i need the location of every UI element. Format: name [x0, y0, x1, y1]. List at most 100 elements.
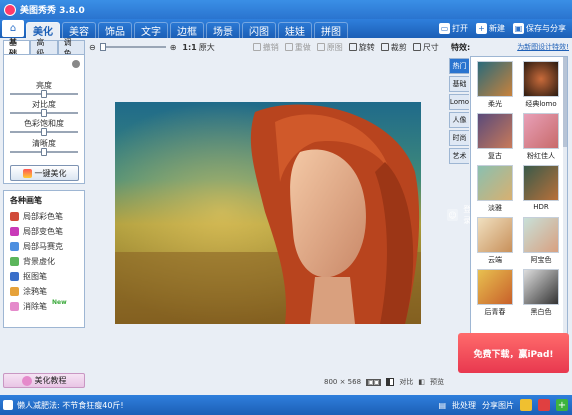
brush-eraser[interactable]: 消除笔 New — [10, 299, 84, 314]
tutorial-button[interactable]: 美化教程 — [3, 373, 85, 388]
tab-color[interactable]: 调色 — [57, 38, 85, 58]
mosaic-icon — [10, 242, 19, 251]
original-icon — [316, 43, 325, 51]
tab-accessories[interactable]: 饰品 — [98, 22, 132, 38]
effect-black-white[interactable]: 黑白色 — [521, 269, 561, 317]
actual-size-button[interactable]: 1:1 原大 — [182, 42, 214, 53]
saturation-knob[interactable] — [41, 128, 47, 136]
original-compare-button[interactable]: 原图 — [316, 42, 343, 53]
brush-doodle[interactable]: 涂鸦笔 — [10, 284, 84, 299]
adjust-sliders: 亮度 对比度 色彩饱和度 清晰度 一键美化 — [3, 54, 85, 184]
jpg-badge: ▣▣ — [366, 378, 382, 386]
canvas-status: 800 × 568 ▣▣ 对比 ◧ 预览 — [89, 376, 444, 388]
effect-retro[interactable]: 复古 — [475, 113, 515, 161]
image-toolbar: ⊖ ⊕ 1:1 原大 撤销 重做 原图 旋转 裁剪 尺寸 — [89, 40, 444, 54]
rotate-button[interactable]: 旋转 — [348, 42, 375, 53]
tab-basic[interactable]: 基础 — [3, 38, 31, 58]
effect-elegant[interactable]: 淡雅 — [475, 165, 515, 213]
tab-hot[interactable]: 热门 — [449, 58, 469, 74]
crop-button[interactable]: 裁剪 — [380, 42, 407, 53]
color-brush-icon — [10, 212, 19, 221]
effect-youth[interactable]: 后青春 — [475, 269, 515, 317]
effect-thumb — [523, 113, 559, 149]
one-key-beautify-button[interactable]: 一键美化 — [10, 165, 79, 181]
contrast-slider[interactable] — [10, 109, 78, 117]
compare-button[interactable]: 对比 — [399, 377, 413, 387]
brightness-slider[interactable] — [10, 90, 78, 98]
magic-icon — [22, 168, 32, 178]
zoom-slider[interactable] — [99, 43, 166, 51]
undo-icon — [252, 43, 261, 51]
zoom-knob[interactable] — [99, 43, 106, 51]
effect-pink-lady[interactable]: 粉红佳人 — [521, 113, 561, 161]
rotate-icon — [348, 43, 357, 51]
zoom-in-icon[interactable]: ⊕ — [170, 43, 177, 52]
new-button[interactable]: + 新建 — [476, 23, 505, 34]
open-button[interactable]: ▭ 打开 — [439, 23, 468, 34]
tab-art[interactable]: 艺术 — [449, 148, 469, 164]
redo-button[interactable]: 重做 — [284, 42, 311, 53]
canvas-area[interactable] — [89, 58, 444, 370]
effect-soft-light[interactable]: 柔光 — [475, 61, 515, 109]
effects-scroll-thumb[interactable] — [563, 57, 567, 147]
saturation-slider[interactable] — [10, 128, 78, 136]
home-button[interactable]: ⌂ — [2, 20, 24, 37]
batch-button[interactable]: 批处理 — [452, 400, 476, 411]
photo[interactable] — [115, 102, 421, 324]
share-button[interactable]: 分享图片 — [482, 400, 514, 411]
effect-thumb — [523, 61, 559, 97]
star-icon[interactable] — [520, 399, 532, 411]
status-bar: 懒人减肥法: 不节食狂瘦40斤! ▤ 批处理 分享图片 + — [0, 395, 572, 415]
home-icon: ⌂ — [9, 23, 17, 34]
recolor-brush-icon — [10, 227, 19, 236]
tab-fashion[interactable]: 时尚 — [449, 130, 469, 146]
effect-thumb — [523, 269, 559, 305]
contrast-knob[interactable] — [41, 109, 47, 117]
save-share-button[interactable]: ▣ 保存与分享 — [513, 23, 566, 34]
effect-cloud[interactable]: 云端 — [475, 217, 515, 265]
brush-local-recolor[interactable]: 局部变色笔 — [10, 224, 84, 239]
effect-thumb — [523, 165, 559, 201]
brush-local-color[interactable]: 局部彩色笔 — [10, 209, 84, 224]
news-ticker[interactable]: 懒人减肥法: 不节食狂瘦40斤! — [17, 400, 124, 411]
doodle-icon — [10, 287, 19, 296]
effects-grid: 柔光 经典lomo 复古 粉红佳人 淡雅 HDR 云端 阿宝色 后青春 黑白色 — [470, 56, 568, 356]
tab-lomo[interactable]: Lomo — [449, 94, 469, 110]
blur-icon — [10, 257, 19, 266]
reset-icon[interactable] — [72, 60, 80, 68]
preview-button[interactable]: 预览 — [430, 377, 444, 387]
effect-thumb — [477, 165, 513, 201]
effect-classic-lomo[interactable]: 经典lomo — [521, 61, 561, 109]
new-badge: New — [52, 299, 67, 306]
undo-button[interactable]: 撤销 — [252, 42, 279, 53]
effect-thumb — [477, 217, 513, 253]
resize-button[interactable]: 尺寸 — [412, 42, 439, 53]
tab-collage[interactable]: 拼图 — [314, 22, 348, 38]
ad-banner[interactable]: 免费下载，赢iPad! — [458, 333, 569, 373]
effects-scrollbar[interactable] — [563, 57, 567, 355]
tab-advanced[interactable]: 高级 — [30, 38, 58, 58]
design-effects-link[interactable]: 为新图设计特效! — [517, 42, 569, 52]
tab-flash[interactable]: 闪图 — [242, 22, 276, 38]
preview-icon[interactable]: ◧ — [418, 378, 425, 386]
brightness-knob[interactable] — [41, 90, 47, 98]
sharpness-knob[interactable] — [41, 148, 47, 156]
eraser-icon — [10, 302, 19, 311]
brush-background-blur[interactable]: 背景虚化 — [10, 254, 84, 269]
tab-frames[interactable]: 边框 — [170, 22, 204, 38]
tab-portrait[interactable]: 人像 — [449, 112, 469, 128]
weibo-icon[interactable] — [538, 399, 550, 411]
compare-icon[interactable] — [386, 378, 395, 386]
zoom-out-icon[interactable]: ⊖ — [89, 43, 96, 52]
brush-cutout[interactable]: 抠图笔 — [10, 269, 84, 284]
sharpness-slider[interactable] — [10, 148, 78, 156]
brush-mosaic[interactable]: 局部马赛克 — [10, 239, 84, 254]
tab-base[interactable]: 基础 — [449, 76, 469, 92]
tab-dolls[interactable]: 娃娃 — [278, 22, 312, 38]
add-icon[interactable]: + — [556, 399, 568, 411]
tab-scenes[interactable]: 场景 — [206, 22, 240, 38]
cutout-icon — [10, 272, 19, 281]
effect-hdr[interactable]: HDR — [521, 165, 561, 211]
tab-text[interactable]: 文字 — [134, 22, 168, 38]
effect-abao[interactable]: 阿宝色 — [521, 217, 561, 265]
